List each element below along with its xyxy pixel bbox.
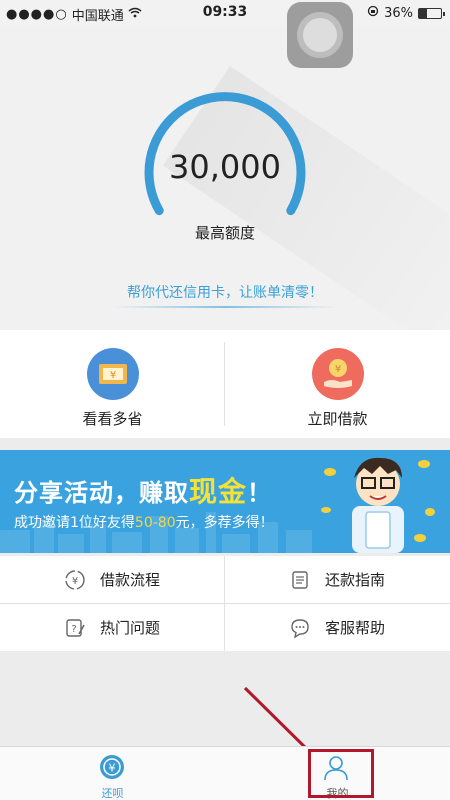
yen-cycle-icon: ¥: [100, 755, 124, 779]
svg-text:¥: ¥: [109, 762, 116, 775]
annotation-arrow: [243, 686, 326, 768]
tab-huanbei[interactable]: ¥ 还呗: [0, 747, 225, 800]
annotation-highlight-box: [308, 749, 374, 798]
tab-label: 还呗: [101, 787, 124, 800]
tab-bar: ¥ 还呗 我的: [0, 746, 450, 800]
